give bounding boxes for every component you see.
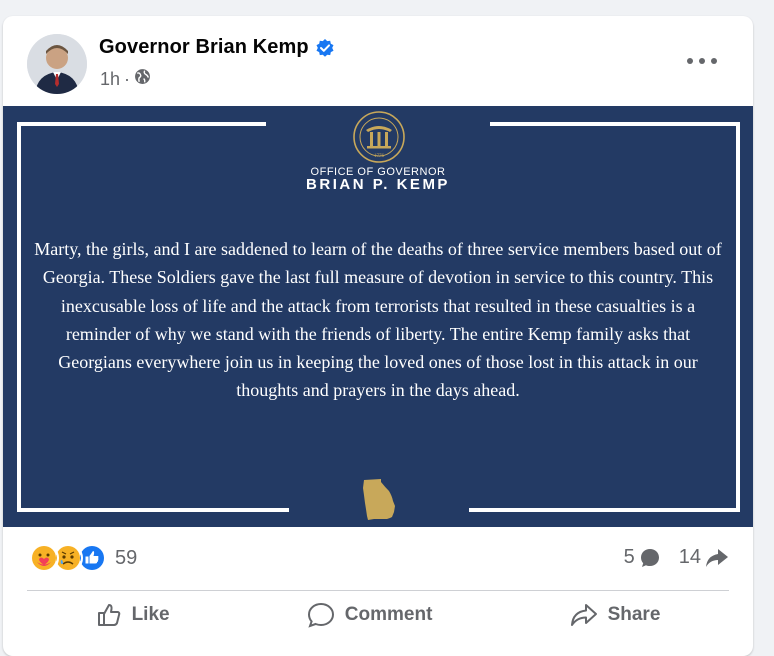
frame-bottom-left: [17, 508, 289, 512]
post-card: Governor Brian Kemp 1h · 1776 OFFICE OF …: [3, 16, 753, 656]
georgia-state-map: [362, 479, 396, 521]
post-time[interactable]: 1h: [100, 69, 120, 90]
globe-icon[interactable]: [134, 68, 151, 90]
like-button[interactable]: Like: [96, 602, 170, 628]
frame-bottom-right: [469, 508, 740, 512]
author-name[interactable]: Governor Brian Kemp: [99, 36, 309, 59]
georgia-state-seal: 1776: [352, 110, 406, 164]
statement-text: Marty, the girls, and I are saddened to …: [34, 239, 722, 401]
action-divider: [27, 590, 729, 591]
verified-badge-icon: [315, 38, 335, 58]
author-avatar[interactable]: [27, 34, 87, 94]
frame-top-left: [17, 122, 266, 126]
thumbs-up-icon: [97, 604, 120, 626]
care-reaction-icon: [29, 543, 59, 573]
seal-year: 1776: [374, 154, 385, 159]
comment-button[interactable]: Comment: [307, 602, 432, 628]
share-arrow-icon: [706, 548, 728, 567]
share-button[interactable]: Share: [570, 602, 660, 628]
comment-count: 5: [623, 546, 635, 568]
post-meta: 1h ·: [100, 68, 151, 90]
comment-count-link[interactable]: 5: [624, 546, 661, 569]
action-bar: Like Comment Share: [27, 602, 729, 628]
meta-separator: ·: [124, 68, 131, 89]
comment-bubble-icon: [640, 548, 659, 567]
share-count-link[interactable]: 14: [679, 546, 729, 569]
post-image[interactable]: 1776 OFFICE OF GOVERNOR BRIAN P. KEMP Ma…: [3, 106, 753, 527]
share-icon: [570, 604, 597, 626]
more-options-icon[interactable]: [687, 56, 717, 66]
post-author[interactable]: Governor Brian Kemp: [99, 36, 335, 59]
comment-icon: [307, 602, 334, 628]
reactions-summary[interactable]: 59: [29, 543, 137, 573]
avatar-photo: [27, 34, 87, 94]
frame-top-right: [490, 122, 740, 126]
reaction-count[interactable]: 59: [115, 547, 137, 570]
governor-name: BRIAN P. KEMP: [306, 176, 450, 193]
post-stats: 5 14: [606, 546, 729, 569]
share-count: 14: [678, 546, 701, 568]
